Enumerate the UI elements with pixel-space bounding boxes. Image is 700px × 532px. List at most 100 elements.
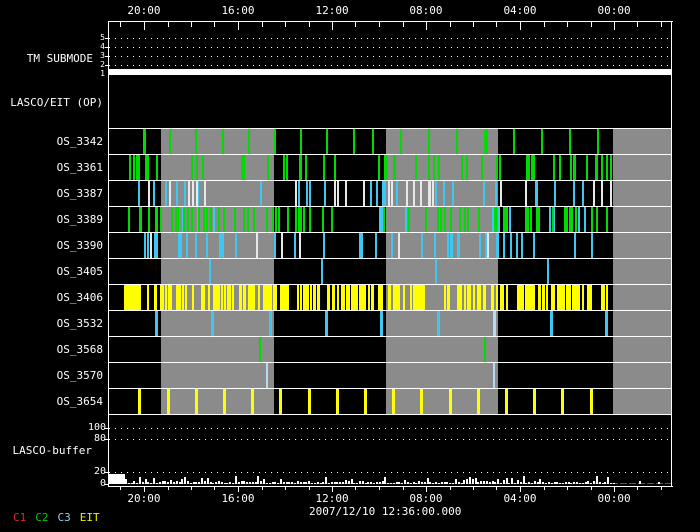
event-tick-green — [450, 207, 453, 232]
event-tick-green — [273, 129, 276, 154]
event-tick-green — [304, 155, 307, 180]
row-separator — [108, 336, 672, 337]
event-tick-white — [412, 181, 415, 206]
event-tick-cyan — [435, 259, 438, 284]
event-tick-green — [137, 155, 140, 180]
event-tick-cyan — [180, 233, 183, 258]
event-tick-yellow — [155, 285, 158, 310]
event-tick-green — [294, 207, 297, 232]
row-label: OS_3406 — [56, 291, 103, 304]
bottom-axis — [108, 486, 673, 487]
buffer-signal-bar — [587, 481, 589, 484]
event-tick-green — [156, 207, 158, 232]
buffer-signal-bar — [280, 479, 282, 484]
buffer-signal-bar — [435, 482, 437, 484]
event-tick-cyan — [210, 311, 214, 336]
row-label: OS_3387 — [56, 187, 103, 200]
event-tick-green — [440, 207, 443, 232]
top-minor-tick — [637, 22, 639, 27]
event-tick-green — [297, 207, 300, 232]
buffer-signal-bar — [500, 483, 502, 484]
event-tick-green — [415, 155, 418, 180]
event-tick-yellow — [268, 285, 271, 310]
buffer-ytick-label: 20 — [93, 466, 106, 477]
top-time-label: 16:00 — [221, 4, 255, 17]
bottom-minor-tick — [308, 487, 310, 490]
event-tick-green — [282, 155, 285, 180]
buffer-signal-bar — [150, 483, 152, 484]
top-minor-tick — [449, 22, 451, 27]
event-tick-yellow — [335, 389, 339, 414]
event-tick-yellow — [533, 389, 537, 414]
buffer-signal-bar — [613, 483, 615, 484]
tm-ytick-label: 5 — [100, 33, 105, 42]
event-tick-pale — [493, 363, 496, 388]
event-tick-cyan — [381, 181, 384, 206]
event-tick-yellow — [566, 285, 569, 310]
buffer-signal-bar — [539, 479, 541, 484]
buffer-signal-bar — [508, 483, 510, 484]
event-tick-yellow — [603, 285, 606, 310]
event-tick-green — [243, 207, 246, 232]
event-tick-green — [535, 207, 538, 232]
event-tick-green — [217, 207, 220, 232]
event-tick-cyan — [359, 233, 362, 258]
event-tick-yellow — [220, 285, 223, 310]
buffer-signal-bar — [226, 483, 228, 484]
event-tick-yellow — [402, 285, 405, 310]
event-tick-white — [524, 181, 527, 206]
buffer-signal-bar — [551, 483, 553, 484]
buffer-signal-bar — [274, 482, 276, 484]
buffer-signal-bar — [410, 483, 412, 484]
event-tick-cyan — [546, 259, 549, 284]
event-tick-yellow — [571, 285, 574, 310]
buffer-signal-bar — [269, 483, 271, 484]
buffer-signal-bar — [308, 481, 310, 484]
row-separator — [108, 362, 672, 363]
bottom-time-label: 08:00 — [409, 492, 443, 505]
buffer-signal-bar — [455, 479, 457, 484]
event-tick-yellow — [364, 389, 368, 414]
event-tick-cyan — [235, 233, 238, 258]
event-tick-yellow — [364, 285, 367, 310]
event-tick-cyan — [324, 181, 327, 206]
event-tick-cyan — [591, 233, 594, 258]
event-tick-yellow — [307, 389, 311, 414]
event-tick-green — [331, 207, 334, 232]
buffer-signal-bar — [570, 483, 572, 484]
buffer-signal-bar — [545, 483, 547, 484]
top-minor-tick — [566, 22, 568, 27]
event-tick-green — [386, 155, 389, 180]
top-major-tick — [238, 22, 239, 30]
event-tick-white — [499, 181, 502, 206]
event-tick-cyan — [550, 311, 554, 336]
event-tick-pale — [266, 363, 269, 388]
event-tick-green — [590, 207, 593, 232]
event-tick-green — [444, 207, 447, 232]
buffer-signal-bar — [336, 482, 338, 484]
event-tick-green — [480, 155, 483, 180]
event-tick-yellow — [469, 285, 472, 310]
buffer-signal-bar — [556, 482, 558, 484]
event-tick-white — [150, 233, 153, 258]
event-tick-white — [390, 181, 393, 206]
top-minor-tick — [543, 22, 545, 27]
event-tick-yellow — [138, 285, 141, 310]
event-tick-cyan — [535, 181, 538, 206]
buffer-signal-bar — [164, 481, 166, 484]
buffer-signal-bar — [331, 482, 333, 484]
event-tick-cyan — [309, 181, 312, 206]
event-tick-yellow — [345, 285, 348, 310]
event-tick-cyan — [156, 233, 159, 258]
buffer-signal-bar — [291, 482, 293, 484]
top-minor-tick — [661, 22, 662, 27]
buffer-signal-bar — [379, 482, 381, 484]
event-tick-cyan — [205, 233, 208, 258]
event-tick-yellow — [287, 285, 290, 310]
event-tick-yellow — [483, 285, 486, 310]
event-tick-yellow — [491, 285, 494, 310]
event-tick-green — [272, 207, 275, 232]
buffer-signal-bar — [497, 479, 499, 484]
buffer-signal-bar — [404, 480, 406, 484]
event-tick-cyan — [376, 181, 379, 206]
